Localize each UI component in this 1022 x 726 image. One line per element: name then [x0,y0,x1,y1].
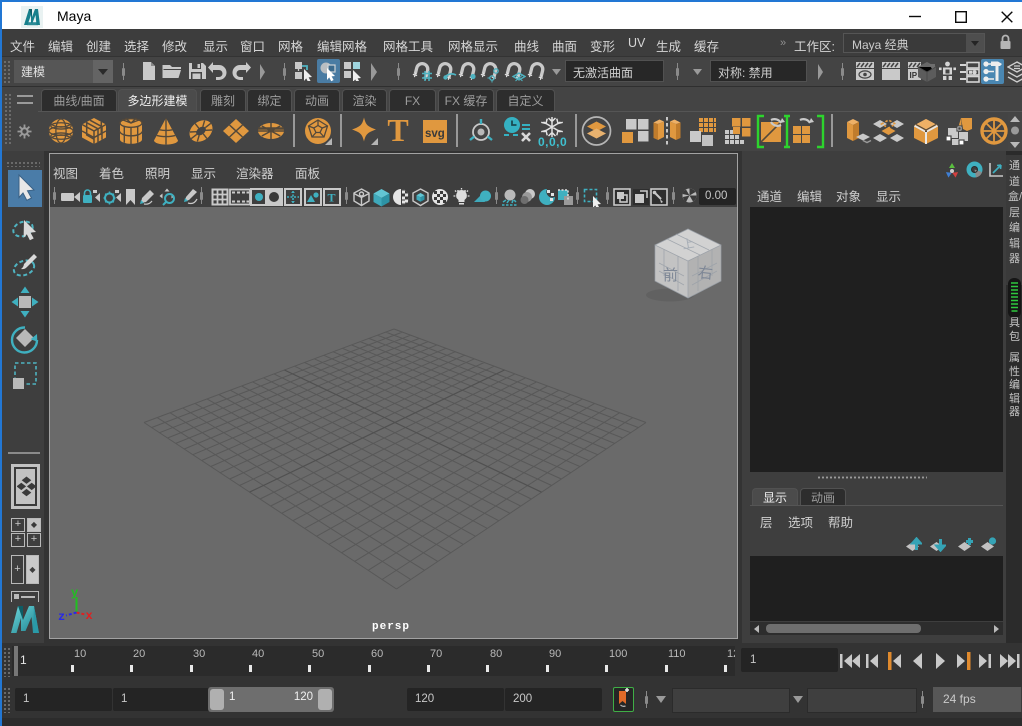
svg-text:前: 前 [663,267,678,284]
svg-text:T: T [328,191,336,205]
svg-text:persp: persp [372,621,410,633]
svg-text:y: y [71,586,78,600]
svg-text:x: x [86,609,93,623]
svg-text:svg: svg [425,128,445,140]
svg-text:上: 上 [681,236,695,252]
svg-text:右: 右 [697,264,714,282]
svg-text:z: z [58,610,65,624]
